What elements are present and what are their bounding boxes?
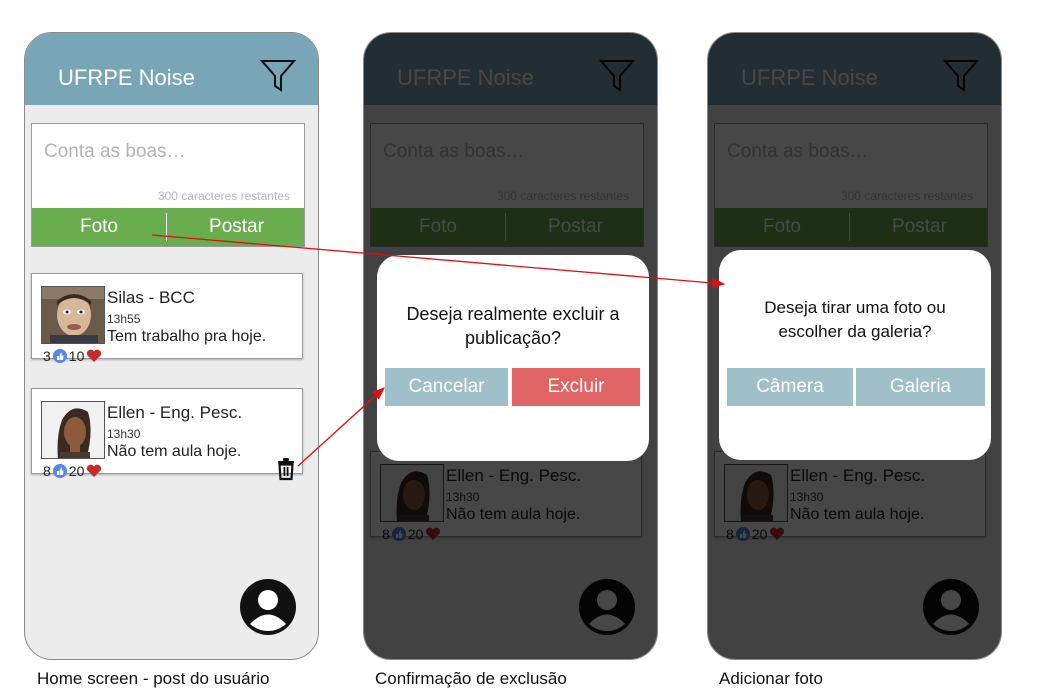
- gallery-button[interactable]: Galeria: [856, 368, 985, 406]
- post-button[interactable]: Postar: [167, 208, 306, 246]
- post-time: 13h30: [107, 427, 141, 441]
- phone-home-screen: UFRPE Noise Conta as boas… 300 caractere…: [24, 32, 319, 660]
- delete-button[interactable]: Excluir: [512, 368, 640, 406]
- heart-count: 20: [68, 463, 85, 479]
- photo-source-dialog: Deseja tirar uma foto ou escolher da gal…: [719, 250, 991, 460]
- post-author: Ellen - Eng. Pesc.: [107, 403, 243, 422]
- reaction-counts: 8 20: [43, 463, 102, 479]
- dialog-message-line: Deseja tirar uma foto ou: [764, 298, 946, 317]
- composer-action-bar: Foto Postar: [32, 208, 304, 246]
- post-author: Silas - BCC: [107, 288, 195, 307]
- heart-icon[interactable]: [86, 349, 102, 363]
- cancel-button[interactable]: Cancelar: [385, 368, 508, 406]
- like-icon[interactable]: [52, 349, 67, 363]
- delete-dialog: Deseja realmente excluir a publicação? C…: [377, 255, 649, 461]
- caption-home-screen: Home screen - post do usuário: [37, 669, 270, 688]
- phone-add-photo: UFRPE Noise Conta as boas… 300 caractere…: [707, 32, 1002, 660]
- character-counter: 300 caracteres restantes: [157, 189, 290, 203]
- dialog-message-line: escolher da galeria?: [778, 322, 932, 341]
- app-header: UFRPE Noise: [25, 33, 318, 105]
- dialog-message: Deseja realmente excluir a publicação?: [377, 302, 649, 350]
- dialog-message-line: Deseja realmente excluir a: [406, 304, 620, 324]
- post-text: Tem trabalho pra hoje.: [107, 328, 267, 345]
- camera-button[interactable]: Câmera: [727, 368, 853, 406]
- like-icon[interactable]: [52, 464, 67, 478]
- caption-add-photo: Adicionar foto: [719, 669, 823, 688]
- dialog-message: Deseja tirar uma foto ou escolher da gal…: [719, 296, 991, 344]
- post-card: Ellen - Eng. Pesc. 13h30 Não tem aula ho…: [31, 388, 303, 481]
- dialog-message-line: publicação?: [464, 328, 562, 348]
- reaction-counts: 3 10: [43, 348, 102, 364]
- post-time: 13h55: [107, 312, 141, 326]
- user-photo: [41, 401, 105, 459]
- heart-count: 10: [68, 348, 85, 364]
- trash-icon[interactable]: [276, 457, 296, 481]
- post-text: Não tem aula hoje.: [107, 443, 242, 460]
- profile-icon[interactable]: [240, 579, 296, 635]
- caption-delete-confirmation: Confirmação de exclusão: [375, 669, 567, 688]
- filter-icon[interactable]: [260, 59, 296, 93]
- post-input[interactable]: Conta as boas…: [44, 141, 186, 163]
- app-title: UFRPE Noise: [58, 65, 195, 90]
- photo-button[interactable]: Foto: [32, 208, 166, 246]
- like-count: 3: [43, 348, 51, 364]
- heart-icon[interactable]: [86, 464, 102, 478]
- like-count: 8: [43, 463, 51, 479]
- post-composer: Conta as boas… 300 caracteres restantes …: [31, 123, 305, 247]
- post-card: Silas - BCC 13h55 Tem trabalho pra hoje.…: [31, 273, 303, 364]
- user-photo: [41, 286, 105, 344]
- phone-delete-confirmation: UFRPE Noise Conta as boas… 300 caractere…: [363, 32, 658, 660]
